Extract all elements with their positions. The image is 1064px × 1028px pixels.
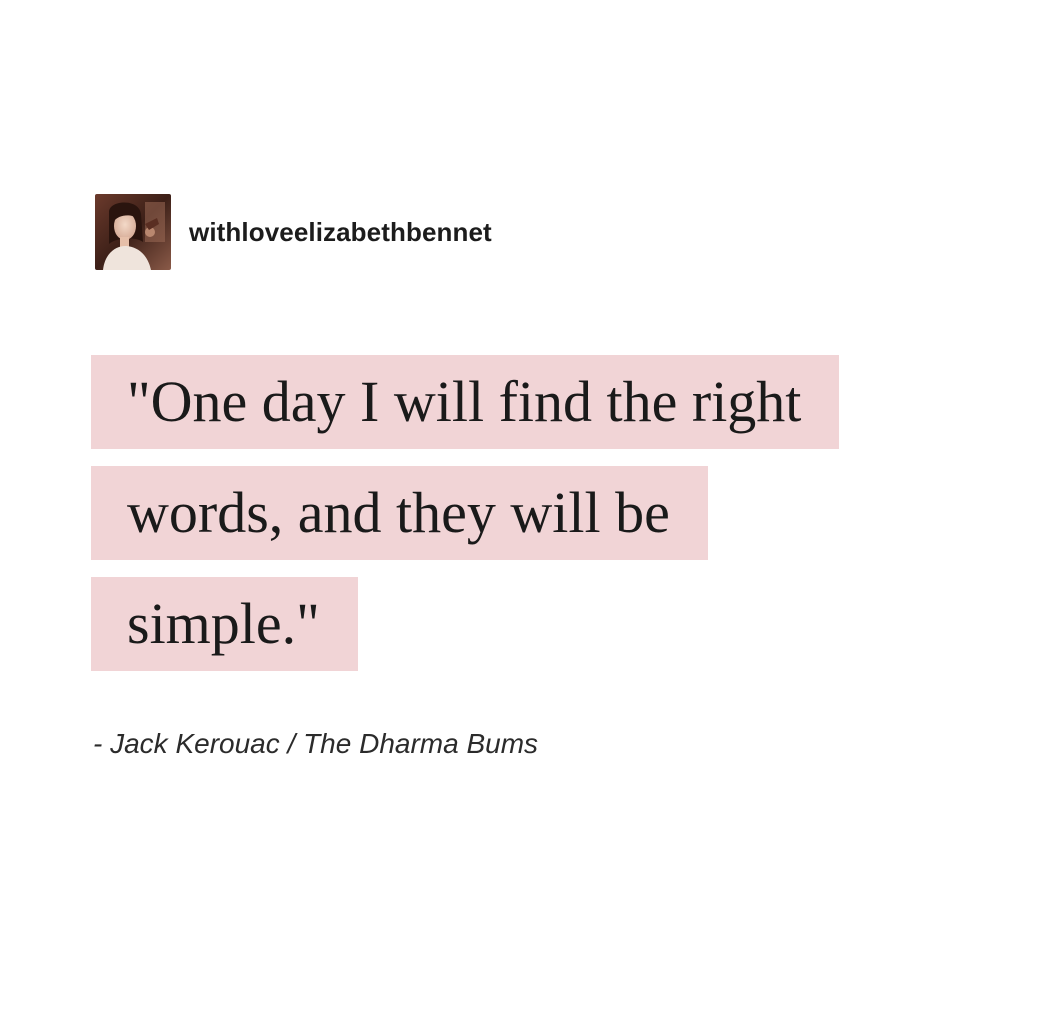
quote-line: words, and they will be — [91, 466, 708, 560]
quote-text: "One day I will find the right words, an… — [91, 355, 840, 688]
avatar[interactable] — [95, 194, 171, 270]
quote-line: simple." — [91, 577, 358, 671]
post-author: withloveelizabethbennet — [95, 194, 492, 270]
quote-post: withloveelizabethbennet "One day I will … — [0, 0, 1064, 1028]
author-username[interactable]: withloveelizabethbennet — [189, 217, 492, 248]
quote-attribution: - Jack Kerouac / The Dharma Bums — [93, 728, 539, 759]
quote-line: "One day I will find the right — [91, 355, 840, 449]
